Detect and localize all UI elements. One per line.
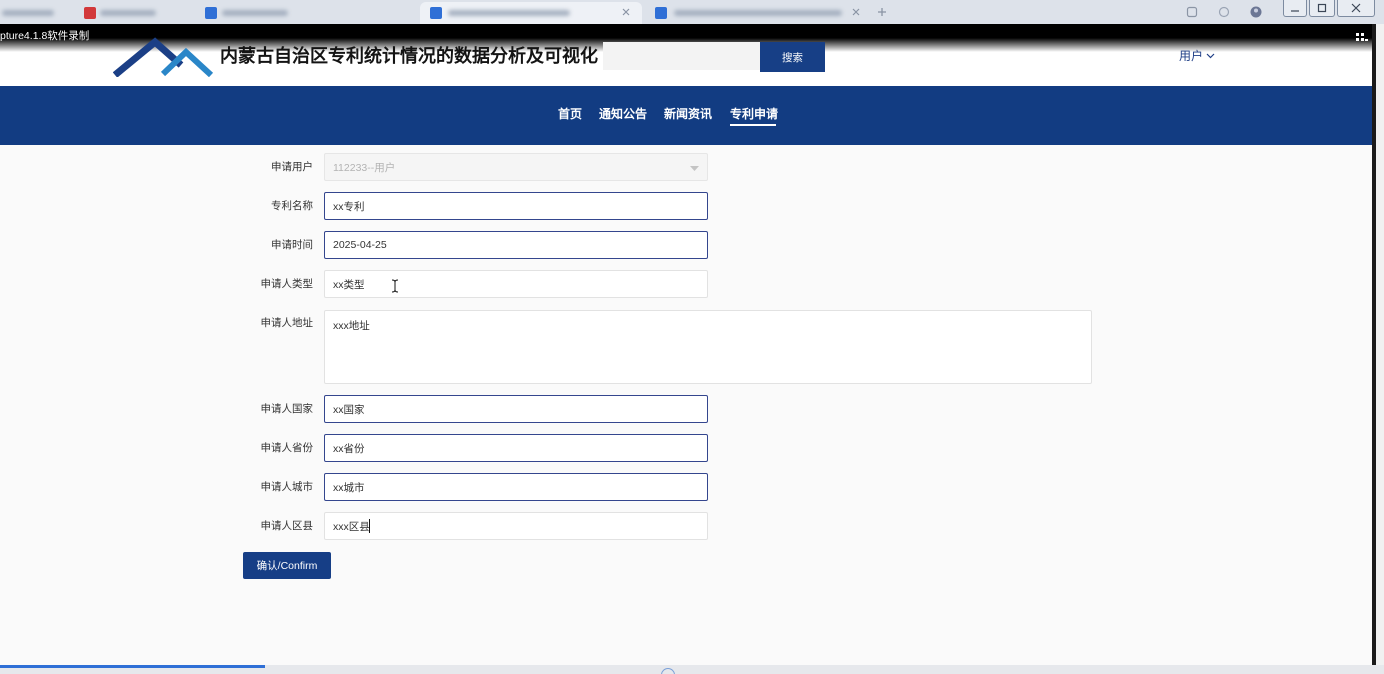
collections-icon[interactable]: [1186, 6, 1198, 18]
bottom-progress-line: [0, 665, 265, 668]
applicant-user-select-value: 112233--用户: [333, 161, 396, 174]
maximize-icon: [1317, 3, 1327, 13]
caret-down-icon: [690, 166, 699, 171]
field-label-applicant-type: 申请人类型: [260, 278, 314, 290]
applicant-province-input[interactable]: [324, 434, 708, 462]
close-icon: [1351, 3, 1361, 13]
tab-favicon-icon: [655, 7, 667, 19]
application-date-input[interactable]: [324, 231, 708, 259]
tab-title-blurred: [222, 10, 288, 16]
browser-tab[interactable]: [198, 2, 310, 24]
search-button[interactable]: 搜索: [760, 42, 825, 72]
patent-name-input[interactable]: [324, 192, 708, 220]
applicant-type-input[interactable]: [324, 270, 708, 298]
applicant-district-input[interactable]: [324, 512, 708, 540]
field-label-applicant-country: 申请人国家: [260, 403, 314, 415]
field-label-application-date: 申请时间: [271, 239, 313, 251]
field-label-applicant-user: 申请用户: [271, 161, 313, 173]
applicant-country-input[interactable]: [324, 395, 708, 423]
field-label-applicant-province: 申请人省份: [260, 442, 314, 454]
nav-active-underline: [730, 124, 776, 126]
applicant-user-select[interactable]: 112233--用户: [324, 153, 708, 181]
nav-item-patent-application[interactable]: 专利申请: [730, 107, 778, 121]
tab-title-blurred: [100, 10, 156, 16]
browser-tab[interactable]: [78, 2, 182, 24]
profile-avatar-icon[interactable]: [1250, 6, 1262, 18]
tab-favicon-icon: [84, 7, 96, 19]
site-title: 内蒙古自治区专利统计情况的数据分析及可视化: [220, 46, 598, 66]
applicant-city-input[interactable]: [324, 473, 708, 501]
text-caret: [369, 519, 370, 533]
minimize-icon: [1291, 10, 1299, 12]
browser-tab-active[interactable]: [420, 2, 642, 24]
field-label-patent-name: 专利名称: [271, 200, 313, 212]
chevron-down-icon: [1206, 53, 1215, 59]
window-close-button[interactable]: [1337, 0, 1375, 17]
browser-tab[interactable]: [646, 2, 868, 24]
mountain-logo-icon: [113, 37, 213, 77]
nav-item-news[interactable]: 新闻资讯: [664, 107, 712, 121]
window-right-gap: [1376, 24, 1384, 665]
tab-close-icon[interactable]: [622, 8, 630, 16]
extensions-icon[interactable]: [1218, 6, 1230, 18]
new-tab-plus-icon[interactable]: [877, 7, 887, 17]
browser-tab-bar: [0, 0, 1384, 24]
user-menu-label: 用户: [1179, 49, 1204, 63]
i-beam-cursor-icon: [391, 279, 399, 293]
user-menu[interactable]: 用户: [1179, 49, 1215, 63]
tab-favicon-icon: [205, 7, 217, 19]
nav-item-notices[interactable]: 通知公告: [599, 107, 647, 121]
tab-favicon-icon: [430, 7, 442, 19]
search-input[interactable]: [603, 42, 760, 70]
field-label-applicant-district: 申请人区县: [260, 520, 314, 532]
recorder-watermark: pture4.1.8软件录制: [0, 30, 90, 42]
field-label-applicant-address: 申请人地址: [260, 317, 314, 329]
tab-title-blurred: [448, 10, 570, 16]
window-maximize-button[interactable]: [1309, 0, 1335, 17]
bottom-circle-icon: [661, 668, 675, 674]
recorder-expand-icon[interactable]: [1356, 33, 1368, 43]
tab-title-blurred: [674, 10, 842, 16]
nav-item-home[interactable]: 首页: [558, 107, 582, 121]
window-minimize-button[interactable]: [1283, 0, 1307, 17]
confirm-button[interactable]: 确认/Confirm: [243, 552, 331, 579]
tab-close-icon[interactable]: [852, 8, 860, 16]
applicant-address-textarea[interactable]: xxx地址: [324, 310, 1092, 384]
field-label-applicant-city: 申请人城市: [260, 481, 314, 493]
tab-title-blurred: [2, 10, 54, 16]
browser-tab[interactable]: [0, 2, 66, 24]
